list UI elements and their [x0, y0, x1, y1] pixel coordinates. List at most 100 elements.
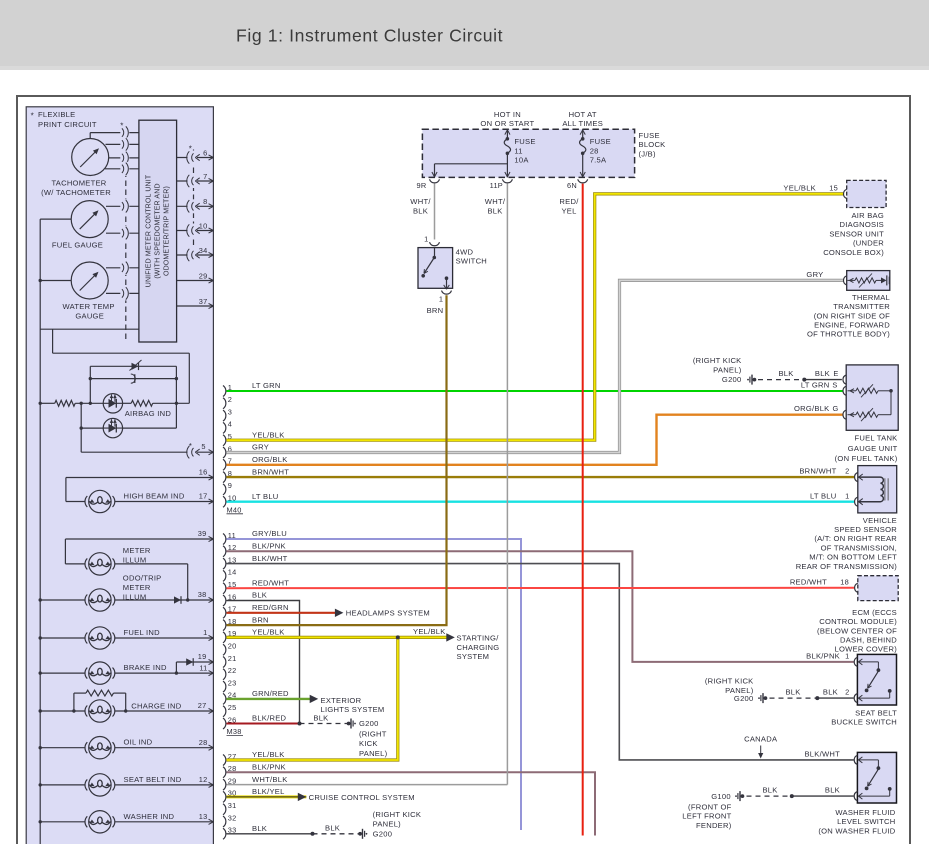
svg-text:CANADA: CANADA [744, 734, 778, 743]
svg-text:G: G [833, 404, 839, 413]
svg-text:21: 21 [228, 654, 237, 663]
svg-text:PRINT CIRCUIT: PRINT CIRCUIT [38, 120, 97, 129]
svg-text:BLK: BLK [762, 786, 777, 795]
svg-text:BLOCK: BLOCK [639, 140, 666, 149]
svg-text:7: 7 [203, 172, 207, 181]
svg-text:1: 1 [203, 628, 207, 637]
svg-text:28: 28 [199, 738, 208, 747]
svg-text:3: 3 [228, 407, 232, 416]
svg-text:METER: METER [123, 546, 151, 555]
svg-text:22: 22 [228, 666, 237, 675]
svg-text:6N: 6N [567, 181, 577, 190]
svg-text:FUEL TANK: FUEL TANK [854, 434, 897, 443]
svg-text:10: 10 [199, 221, 208, 230]
svg-text:VEHICLE: VEHICLE [863, 516, 897, 525]
svg-text:(RIGHT: (RIGHT [359, 730, 387, 739]
svg-text:(J/B): (J/B) [639, 150, 657, 159]
svg-text:17: 17 [199, 492, 208, 501]
svg-text:GAUGE UNIT: GAUGE UNIT [848, 444, 898, 453]
svg-text:27: 27 [198, 701, 207, 710]
svg-text:YEL: YEL [561, 206, 576, 215]
svg-text:YEL/BLK: YEL/BLK [783, 183, 816, 192]
svg-text:LEFT FRONT: LEFT FRONT [682, 812, 731, 821]
svg-text:BLK: BLK [313, 713, 328, 722]
svg-text:E: E [833, 369, 838, 378]
svg-text:BRAKE IND: BRAKE IND [124, 663, 167, 672]
svg-text:SENSOR UNIT: SENSOR UNIT [829, 229, 884, 238]
svg-text:BLK: BLK [785, 688, 800, 697]
svg-text:PANEL): PANEL) [713, 365, 742, 374]
svg-text:1: 1 [424, 234, 428, 243]
svg-text:BRN/WHT: BRN/WHT [799, 467, 836, 476]
svg-text:BLK: BLK [778, 369, 793, 378]
svg-text:1: 1 [845, 491, 849, 500]
svg-text:5: 5 [201, 442, 205, 451]
svg-text:ON OR START: ON OR START [480, 119, 534, 128]
svg-text:WHT/: WHT/ [485, 197, 506, 206]
svg-text:FENDER): FENDER) [696, 821, 732, 830]
svg-text:ORG/BLK: ORG/BLK [794, 404, 830, 413]
svg-text:DIAGNOSIS: DIAGNOSIS [840, 220, 884, 229]
svg-text:FUSE: FUSE [514, 137, 535, 146]
svg-text:ALL TIMES: ALL TIMES [562, 119, 603, 128]
svg-text:WHT/: WHT/ [410, 197, 431, 206]
svg-text:13: 13 [199, 812, 208, 821]
svg-text:BLK: BLK [325, 824, 340, 833]
svg-text:2: 2 [228, 395, 232, 404]
svg-text:11: 11 [514, 146, 522, 155]
svg-text:19: 19 [198, 652, 207, 661]
svg-text:BLK/PNK: BLK/PNK [252, 542, 286, 551]
svg-text:M40: M40 [227, 505, 242, 514]
svg-text:ODOMETER/TRIP METER): ODOMETER/TRIP METER) [164, 186, 171, 276]
svg-text:SPEED SENSOR: SPEED SENSOR [834, 525, 897, 534]
svg-text:ENGINE, FORWARD: ENGINE, FORWARD [814, 321, 890, 330]
svg-text:31: 31 [228, 801, 237, 810]
svg-text:16: 16 [199, 468, 208, 477]
svg-text:(ON WASHER FLUID: (ON WASHER FLUID [818, 827, 895, 836]
svg-text:YEL/BLK: YEL/BLK [252, 628, 285, 637]
svg-text:SWITCH: SWITCH [456, 257, 487, 266]
svg-text:CONSOLE BOX): CONSOLE BOX) [823, 248, 884, 257]
svg-text:37: 37 [199, 297, 208, 306]
svg-text:YEL/BLK: YEL/BLK [252, 430, 285, 439]
svg-text:G100: G100 [711, 792, 731, 801]
svg-text:12: 12 [199, 775, 208, 784]
svg-text:BRN: BRN [252, 615, 269, 624]
svg-text:(RIGHT KICK: (RIGHT KICK [373, 810, 422, 819]
svg-text:4WD: 4WD [456, 247, 474, 256]
svg-text:G200: G200 [359, 719, 379, 728]
svg-text:M38: M38 [227, 727, 242, 736]
svg-text:YEL/BLK: YEL/BLK [252, 750, 285, 759]
svg-text:34: 34 [199, 246, 208, 255]
svg-text:HEADLAMPS SYSTEM: HEADLAMPS SYSTEM [346, 609, 430, 618]
svg-text:(ON RIGHT SIDE OF: (ON RIGHT SIDE OF [814, 311, 890, 320]
svg-text:BLK: BLK [413, 206, 428, 215]
svg-text:TACHOMETER: TACHOMETER [51, 179, 106, 188]
svg-text:THERMAL: THERMAL [852, 293, 890, 302]
svg-text:LIGHTS SYSTEM: LIGHTS SYSTEM [321, 705, 385, 714]
svg-text:23: 23 [228, 678, 237, 687]
svg-text:4: 4 [228, 420, 232, 429]
svg-text:ECM (ECCS: ECM (ECCS [852, 608, 897, 617]
svg-text:PANEL): PANEL) [359, 749, 388, 758]
svg-text:BLK: BLK [252, 591, 267, 600]
svg-text:AIR BAG: AIR BAG [851, 211, 884, 220]
svg-text:9: 9 [228, 481, 232, 490]
svg-text:29: 29 [199, 271, 208, 280]
svg-text:6: 6 [203, 148, 207, 157]
svg-text:OF TRANSMISSION,: OF TRANSMISSION, [821, 543, 897, 552]
svg-text:BLK: BLK [815, 369, 830, 378]
svg-text:GRY/BLU: GRY/BLU [252, 529, 287, 538]
svg-text:AIRBAG IND: AIRBAG IND [125, 409, 172, 418]
svg-text:20: 20 [228, 642, 237, 651]
svg-text:WASHER FLUID: WASHER FLUID [835, 808, 895, 817]
svg-text:METER: METER [123, 583, 151, 592]
svg-text:(BELOW CENTER OF: (BELOW CENTER OF [817, 626, 897, 635]
svg-text:BLK/PNK: BLK/PNK [252, 763, 286, 772]
svg-text:GRY: GRY [252, 443, 269, 452]
svg-text:25: 25 [228, 703, 237, 712]
svg-text:18: 18 [840, 577, 849, 586]
svg-text:*: * [31, 112, 34, 121]
svg-text:BLK/PNK: BLK/PNK [806, 651, 840, 660]
svg-text:SEAT BELT: SEAT BELT [855, 708, 897, 717]
